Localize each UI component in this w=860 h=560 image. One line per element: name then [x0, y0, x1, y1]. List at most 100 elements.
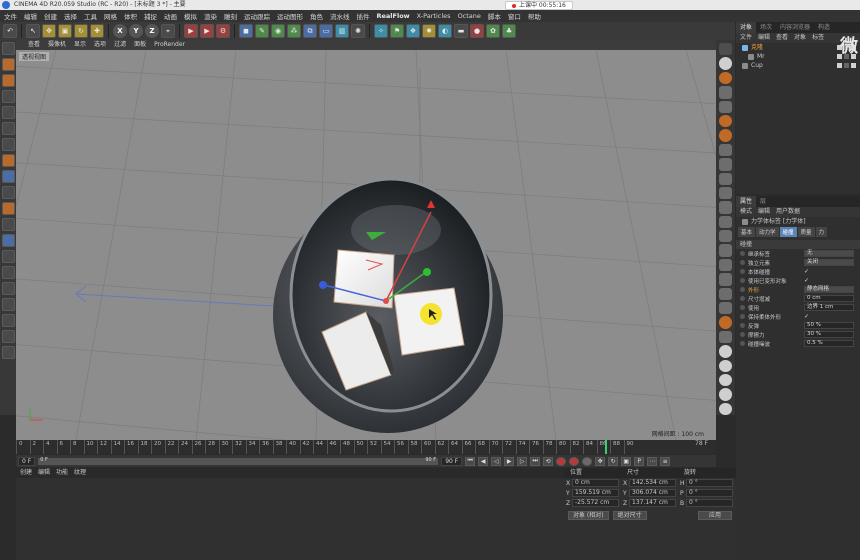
attribute-value-field[interactable]: 0 cm — [804, 295, 854, 302]
attribute-checkbox[interactable]: ✓ — [804, 313, 810, 320]
coordinate-mode-select[interactable]: 对象 (相对) — [568, 511, 609, 520]
realflow-scene-icon[interactable]: ✧ — [374, 24, 388, 38]
render-picture-viewer-icon[interactable]: ▶ — [200, 24, 214, 38]
attribute-row[interactable]: 独立元素 关闭 — [736, 258, 860, 267]
go-to-start-icon[interactable]: ⏮ — [465, 456, 476, 466]
coordinate-system-icon[interactable]: ⌖ — [161, 24, 175, 38]
next-key-icon[interactable]: ▷ — [517, 456, 528, 466]
attribute-value-field[interactable]: 关闭 — [804, 259, 854, 266]
soft-body-icon[interactable] — [719, 143, 732, 157]
make-editable-icon[interactable] — [1, 42, 15, 55]
viewport-menu-item[interactable]: ProRender — [154, 40, 185, 50]
subdivision-surface-icon[interactable]: ◉ — [271, 24, 285, 38]
rotation-icon[interactable] — [719, 302, 732, 315]
ball-alt-icon[interactable] — [719, 359, 732, 372]
mat-menu-texture[interactable]: 纹理 — [74, 468, 86, 478]
ball-shaded-icon[interactable] — [719, 373, 732, 387]
attr-menu-mode[interactable]: 模式 — [740, 207, 752, 217]
connector-icon[interactable] — [719, 186, 732, 200]
undo-icon[interactable]: ↶ — [3, 24, 17, 38]
sculpt-icon[interactable] — [1, 234, 15, 247]
animate-radio-icon[interactable] — [740, 260, 745, 265]
animate-radio-icon[interactable] — [740, 278, 745, 283]
viewport-menu-item[interactable]: 显示 — [74, 40, 86, 50]
realflow-settings-icon[interactable]: ✿ — [486, 24, 500, 38]
attribute-row[interactable]: 本体碰撞 ✓ — [736, 267, 860, 276]
ball-icon[interactable] — [719, 345, 732, 358]
viewport-menu-item[interactable]: 过滤 — [114, 40, 126, 50]
enable-axis-icon[interactable] — [1, 170, 15, 183]
attr-menu-userdata[interactable]: 用户数据 — [776, 207, 800, 217]
scale-key-icon[interactable]: ▣ — [621, 456, 632, 466]
om-menu-objects[interactable]: 对象 — [794, 33, 806, 43]
end-frame-field[interactable]: 90 F — [441, 456, 463, 466]
gizmo-center-icon[interactable] — [383, 298, 389, 304]
animate-radio-icon[interactable] — [740, 251, 745, 256]
rotation-key-icon[interactable]: ↻ — [608, 456, 619, 466]
menu-item[interactable]: 工具 — [84, 11, 97, 21]
layout-icon[interactable] — [719, 43, 732, 56]
subtab-dynamics[interactable]: 动力学 — [756, 227, 779, 237]
om-menu-edit[interactable]: 编辑 — [758, 33, 770, 43]
realflow-particles-icon[interactable]: ♣ — [502, 24, 516, 38]
play-forwards-icon[interactable]: ▶ — [504, 456, 515, 466]
menu-item[interactable]: 脚本 — [488, 11, 501, 21]
animate-radio-icon[interactable] — [740, 296, 745, 301]
scene-floor-icon[interactable]: ▭ — [319, 24, 333, 38]
realflow-light-icon[interactable]: ✹ — [422, 24, 436, 38]
driver-icon[interactable] — [719, 230, 732, 243]
attribute-checkbox[interactable]: ✓ — [804, 268, 810, 275]
attribute-row[interactable]: 反弹 50 % — [736, 321, 860, 330]
position-key-icon[interactable]: ✥ — [595, 456, 606, 466]
menu-item[interactable]: 创建 — [44, 11, 57, 21]
pen-spline-icon[interactable]: ✎ — [255, 24, 269, 38]
render-view-icon[interactable]: ▶ — [184, 24, 198, 38]
menu-item[interactable]: 窗口 — [508, 11, 521, 21]
recent-tool-icon[interactable]: ✚ — [90, 24, 104, 38]
loop-icon[interactable]: ⟲ — [543, 456, 554, 466]
gizmo-x-handle-icon[interactable] — [423, 268, 431, 276]
coordinate-value-field[interactable]: 0 ° — [686, 499, 733, 507]
attribute-row[interactable]: 保持柔体外形 ✓ — [736, 312, 860, 321]
attribute-value-field[interactable]: 边界 1 cm — [804, 304, 854, 311]
realflow-cache-icon[interactable]: ▬ — [454, 24, 468, 38]
timeline-ruler[interactable]: 0 2 4 6 8 10 12 14 16 18 20 22 24 26 28 30 32 34 36 38 40 42 4… — [16, 440, 716, 454]
rigid-body-icon[interactable] — [719, 129, 732, 142]
light-icon[interactable]: ✺ — [351, 24, 365, 38]
attribute-row[interactable]: 尺寸增减 0 cm — [736, 294, 860, 303]
object-flags[interactable] — [837, 63, 856, 68]
coordinate-value-field[interactable]: 0 ° — [686, 479, 733, 487]
polygons-mode-icon[interactable] — [1, 138, 15, 151]
workplane-icon[interactable] — [1, 90, 15, 103]
attribute-row[interactable]: 外形 静态网格 — [736, 285, 860, 294]
coordinate-value-field[interactable]: 0 cm — [572, 479, 619, 487]
x-axis-lock-button[interactable]: X — [113, 24, 127, 38]
subtab-mass[interactable]: 质量 — [797, 227, 815, 237]
animate-radio-icon[interactable] — [740, 323, 745, 328]
om-menu-view[interactable]: 查看 — [776, 33, 788, 43]
quantize-icon[interactable] — [1, 266, 15, 279]
download-icon[interactable] — [1, 346, 15, 359]
texture-mode-icon[interactable] — [1, 74, 15, 87]
previous-key-icon[interactable]: ◀ — [478, 456, 489, 466]
animate-radio-icon[interactable] — [740, 287, 745, 292]
deformer-icon[interactable]: ⧉ — [303, 24, 317, 38]
realflow-mesh-icon[interactable]: ◐ — [438, 24, 452, 38]
friction-icon[interactable] — [719, 287, 732, 301]
menu-item[interactable]: 帮助 — [528, 11, 541, 21]
menu-item[interactable]: 雕刻 — [224, 11, 237, 21]
wind-icon[interactable] — [719, 244, 732, 257]
menu-item[interactable]: Octane — [458, 12, 481, 20]
menu-item[interactable]: 网格 — [104, 11, 117, 21]
viewport-menu-item[interactable]: 摄像机 — [48, 40, 66, 50]
tab-layers[interactable]: 层 — [756, 196, 770, 207]
perspective-viewport[interactable]: 透视视图 网格间距 : 100 cm — [16, 50, 716, 440]
move-icon[interactable]: ✥ — [42, 24, 56, 38]
xpresso-icon[interactable] — [719, 100, 732, 113]
attribute-value-field[interactable]: 50 % — [804, 322, 854, 329]
realflow-daemon-icon[interactable]: ❖ — [406, 24, 420, 38]
z-axis-lock-button[interactable]: Z — [145, 24, 159, 38]
camera-icon[interactable]: ▥ — [335, 24, 349, 38]
measure-icon[interactable] — [1, 330, 15, 343]
layer-icon[interactable] — [1, 298, 15, 311]
